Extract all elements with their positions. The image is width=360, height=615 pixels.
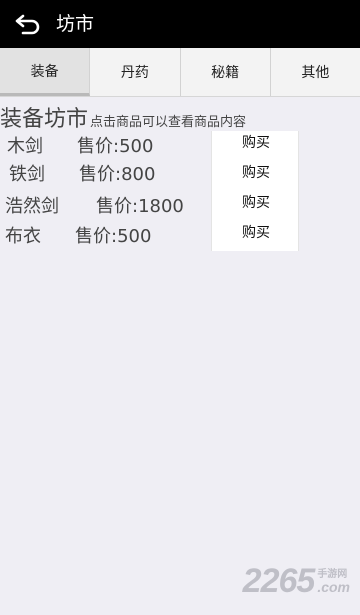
watermark-number: 2265	[242, 562, 316, 600]
buy-button[interactable]: 购买	[212, 131, 300, 155]
tab-manuals[interactable]: 秘籍	[181, 48, 271, 96]
section-header: 装备坊市 点击商品可以查看商品内容	[0, 101, 247, 132]
item-price: 售价:800	[79, 164, 156, 185]
buy-button[interactable]: 购买	[212, 191, 300, 215]
item-name: 铁剑	[9, 164, 45, 185]
section-heading: 装备坊市	[0, 107, 89, 132]
item-name: 布衣	[5, 226, 41, 247]
item-name: 浩然剑	[5, 196, 59, 217]
back-arrow-icon[interactable]	[14, 11, 42, 37]
item-price: 售价:1800	[96, 196, 184, 217]
item-name: 木剑	[7, 136, 43, 157]
section-hint: 点击商品可以查看商品内容	[90, 115, 247, 130]
tab-pills[interactable]: 丹药	[90, 48, 181, 96]
page-title: 坊市	[56, 13, 95, 35]
tab-bar: 装备 丹药 秘籍 其他	[0, 48, 360, 97]
watermark-com: .com	[317, 578, 350, 595]
tab-other[interactable]: 其他	[271, 48, 360, 96]
title-bar: 坊市	[0, 0, 360, 48]
watermark-logo: 2265 手游网 .com	[243, 562, 350, 601]
list-item[interactable]: 木剑 售价:500	[7, 134, 153, 160]
tab-equipment[interactable]: 装备	[0, 48, 91, 96]
watermark-cn: 手游网	[317, 568, 348, 580]
buy-button[interactable]: 购买	[212, 221, 300, 245]
item-price: 售价:500	[77, 136, 154, 157]
list-item[interactable]: 浩然剑 售价:1800	[5, 194, 184, 220]
buy-button[interactable]: 购买	[212, 161, 300, 185]
list-item[interactable]: 铁剑 售价:800	[9, 162, 155, 188]
item-price: 售价:500	[75, 226, 152, 247]
list-item[interactable]: 布衣 售价:500	[5, 224, 151, 250]
buy-button-panel: 购买 购买 购买 购买	[211, 131, 299, 251]
